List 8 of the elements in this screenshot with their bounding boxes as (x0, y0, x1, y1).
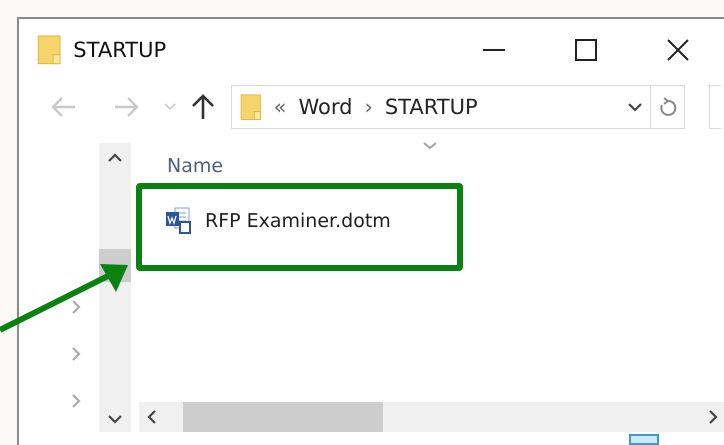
breadcrumb-separator: › (364, 95, 373, 119)
window-title: STARTUP (73, 38, 168, 62)
overflow-chevron[interactable]: « (274, 95, 286, 119)
column-header[interactable]: Name (167, 155, 724, 177)
file-name[interactable]: RFP Examiner.dotm (205, 210, 391, 232)
breadcrumb[interactable]: Word (298, 95, 352, 119)
address-bar[interactable]: « Word › STARTUP (231, 85, 651, 129)
breadcrumb[interactable]: STARTUP (384, 95, 478, 119)
